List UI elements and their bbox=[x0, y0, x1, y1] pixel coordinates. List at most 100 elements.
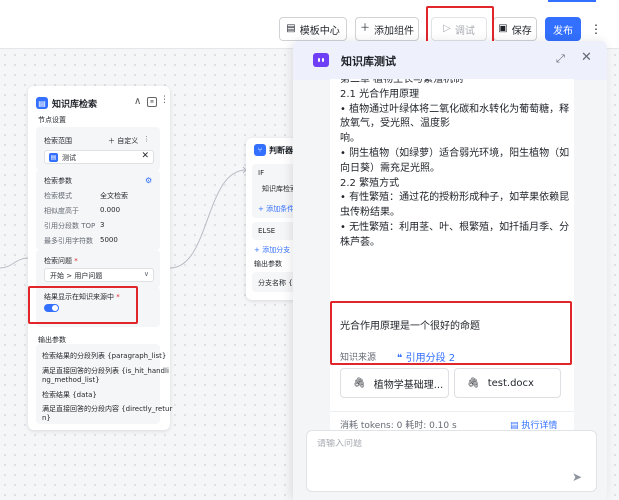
add-branch-button[interactable]: + 添加分支 bbox=[254, 245, 290, 255]
save-button[interactable]: ▣ 保存 bbox=[493, 17, 537, 41]
debug-button[interactable]: ▷ 调试 bbox=[431, 17, 487, 41]
node-header: ▤ 知识库检索 ∧ ≡ ⋮ bbox=[36, 95, 169, 111]
param-topk-value: 3 bbox=[100, 221, 105, 229]
judge-if-label: IF bbox=[258, 169, 265, 177]
search-question-label: 检索问题 * bbox=[44, 256, 78, 266]
show-source-label: 结果显示在知识来源中 * bbox=[44, 292, 120, 302]
debug-label: 调试 bbox=[454, 25, 475, 37]
publish-button[interactable]: 发布 bbox=[545, 17, 581, 41]
search-question-text: 检索问题 bbox=[44, 257, 72, 265]
required-mark: * bbox=[74, 257, 78, 265]
output-item: 满足直接回答的分段列表 {is_hit_handli bbox=[42, 367, 169, 375]
source-file-name: test.docx bbox=[487, 377, 534, 389]
output-item: 检索结果 {data} bbox=[42, 391, 97, 399]
node-title: 知识库检索 bbox=[52, 99, 98, 110]
add-condition-button[interactable]: + 添加条件 bbox=[258, 204, 294, 214]
collapse-chevron-icon[interactable]: ∧ bbox=[134, 96, 141, 107]
node-settings-heading: 节点设置 bbox=[38, 116, 66, 124]
more-vertical-icon[interactable]: ⋮ bbox=[590, 19, 602, 39]
panel-title: 知识库测试 bbox=[341, 55, 396, 68]
kb-chip-label: 测试 bbox=[62, 154, 76, 162]
add-component-button[interactable]: ＋ 添加组件 bbox=[355, 17, 419, 41]
save-label: 保存 bbox=[511, 25, 532, 37]
judge-else-label: ELSE bbox=[258, 227, 276, 235]
answer-bubble: 第二章 植物生长与繁殖机制 2.1 光合作用原理 • 植物通过叶绿体将二氧化碳和… bbox=[330, 79, 574, 442]
param-topk-label: 引用分段数 TOP bbox=[44, 222, 96, 230]
knowledge-source-label: 知识来源 bbox=[340, 353, 377, 363]
param-similarity-value: 0.000 bbox=[100, 206, 121, 214]
panel-header: 知识库测试 ⤢ ✕ bbox=[293, 41, 607, 80]
scope-more-icon[interactable]: ⋮ bbox=[143, 135, 150, 143]
robot-icon bbox=[313, 53, 329, 67]
judge-if-value: 知识库检索 bbox=[262, 185, 297, 193]
database-icon: ▤ bbox=[36, 97, 48, 109]
close-icon[interactable]: ✕ bbox=[581, 50, 592, 65]
search-question-select[interactable]: 开始 > 用户问题 ∨ bbox=[44, 268, 154, 282]
kb-chip[interactable]: ▤ 测试 ✕ bbox=[44, 150, 154, 164]
expand-icon[interactable]: ⤢ bbox=[556, 52, 565, 66]
question-input[interactable] bbox=[317, 439, 567, 449]
param-max-chars-label: 最多引用字符数 bbox=[44, 237, 93, 245]
source-file-card[interactable]: 🖇 test.docx bbox=[454, 368, 561, 398]
show-source-toggle[interactable] bbox=[44, 304, 59, 312]
answer-line: 虫传粉结果。 bbox=[340, 207, 400, 219]
param-max-chars-value: 5000 bbox=[100, 236, 118, 244]
custom-scope-button[interactable]: ＋ 自定义 bbox=[108, 136, 138, 146]
template-center-label: 模板中心 bbox=[299, 25, 340, 37]
param-mode-value: 全文检索 bbox=[100, 192, 128, 200]
search-scope-section bbox=[36, 127, 160, 171]
show-source-text: 结果显示在知识来源中 bbox=[44, 293, 114, 301]
paperclip-icon: 🖇 bbox=[353, 377, 366, 389]
gear-icon[interactable]: ⚙ bbox=[145, 176, 152, 185]
param-mode-label: 检索模式 bbox=[44, 192, 72, 200]
output-item: 满足直接回答的分段内容 {directly_retur bbox=[42, 405, 173, 413]
plus-icon: ＋ bbox=[360, 23, 370, 34]
source-file-name: 植物学基础理... bbox=[373, 379, 444, 391]
search-question-value: 开始 > 用户问题 bbox=[50, 272, 103, 280]
node-detail-icon[interactable]: ≡ bbox=[147, 97, 157, 107]
answer-line: 第二章 植物生长与繁殖机制 bbox=[340, 79, 464, 85]
remove-kb-icon[interactable]: ✕ bbox=[141, 151, 149, 161]
source-file-card[interactable]: 🖇 植物学基础理... bbox=[340, 368, 449, 398]
search-scope-label: 检索范围 bbox=[44, 137, 72, 145]
paperclip-icon: 🖇 bbox=[467, 377, 480, 389]
answer-line: • 无性繁殖：利用茎、叶、根繁殖，如扦插月季、分 bbox=[340, 221, 570, 233]
send-icon[interactable]: ➤ bbox=[572, 470, 582, 484]
quote-icon: ❝ bbox=[397, 353, 403, 364]
search-params-title: 检索参数 bbox=[44, 177, 72, 185]
answer-line: 向日葵）需充足光照。 bbox=[340, 162, 440, 174]
template-center-button[interactable]: ▤ 模板中心 bbox=[279, 17, 347, 41]
add-component-label: 添加组件 bbox=[374, 25, 414, 37]
question-input-box[interactable]: ➤ bbox=[306, 430, 597, 492]
output-item: ng_method_list} bbox=[42, 376, 100, 384]
knowledge-test-panel: 知识库测试 ⤢ ✕ 第二章 植物生长与繁殖机制 2.1 光合作用原理 • 植物通… bbox=[293, 41, 607, 500]
cited-segments-label: 引用分段 2 bbox=[405, 353, 456, 364]
required-mark-2: * bbox=[116, 293, 120, 301]
param-similarity-label: 相似度高于 bbox=[44, 207, 79, 215]
kb-chip-icon: ▤ bbox=[49, 153, 58, 162]
template-icon: ▤ bbox=[286, 23, 296, 34]
answer-line: 2.1 光合作用原理 bbox=[340, 88, 420, 100]
answer-line: • 阴生植物（如绿萝）适合弱光环境，阳生植物（如 bbox=[340, 147, 570, 159]
answer-text: 第二章 植物生长与繁殖机制 2.1 光合作用原理 • 植物通过叶绿体将二氧化碳和… bbox=[340, 79, 570, 251]
answer-line: • 植物通过叶绿体将二氧化碳和水转化为葡萄糖，释 bbox=[340, 103, 570, 115]
cited-segments-link[interactable]: ❝ 引用分段 2 bbox=[397, 349, 455, 364]
judge-output-title: 输出参数 bbox=[254, 260, 282, 268]
save-icon: ▣ bbox=[498, 23, 508, 34]
judge-title: 判断器 bbox=[269, 146, 293, 155]
answer-summary: 光合作用原理是一个很好的命题 bbox=[340, 321, 480, 332]
answer-line: 响。 bbox=[340, 133, 360, 145]
answer-line: 放氧气，受光照、温度影 bbox=[340, 118, 450, 130]
node-more-icon[interactable]: ⋮ bbox=[160, 95, 169, 105]
answer-line: 株芦荟。 bbox=[340, 236, 380, 248]
bubble-divider bbox=[330, 411, 574, 412]
answer-line: 2.2 繁殖方式 bbox=[340, 177, 400, 189]
output-item: 检索结果的分段列表 {paragraph_list} bbox=[42, 352, 167, 360]
toolbar-accent-line bbox=[548, 0, 596, 2]
output-item: n} bbox=[42, 414, 51, 422]
answer-line: • 有性繁殖：通过花的授粉形成种子，如苹果依赖昆 bbox=[340, 192, 570, 204]
play-icon: ▷ bbox=[443, 23, 451, 34]
publish-label: 发布 bbox=[553, 25, 573, 37]
branch-icon: ⑂ bbox=[254, 144, 266, 156]
custom-scope-label: 自定义 bbox=[117, 137, 139, 145]
